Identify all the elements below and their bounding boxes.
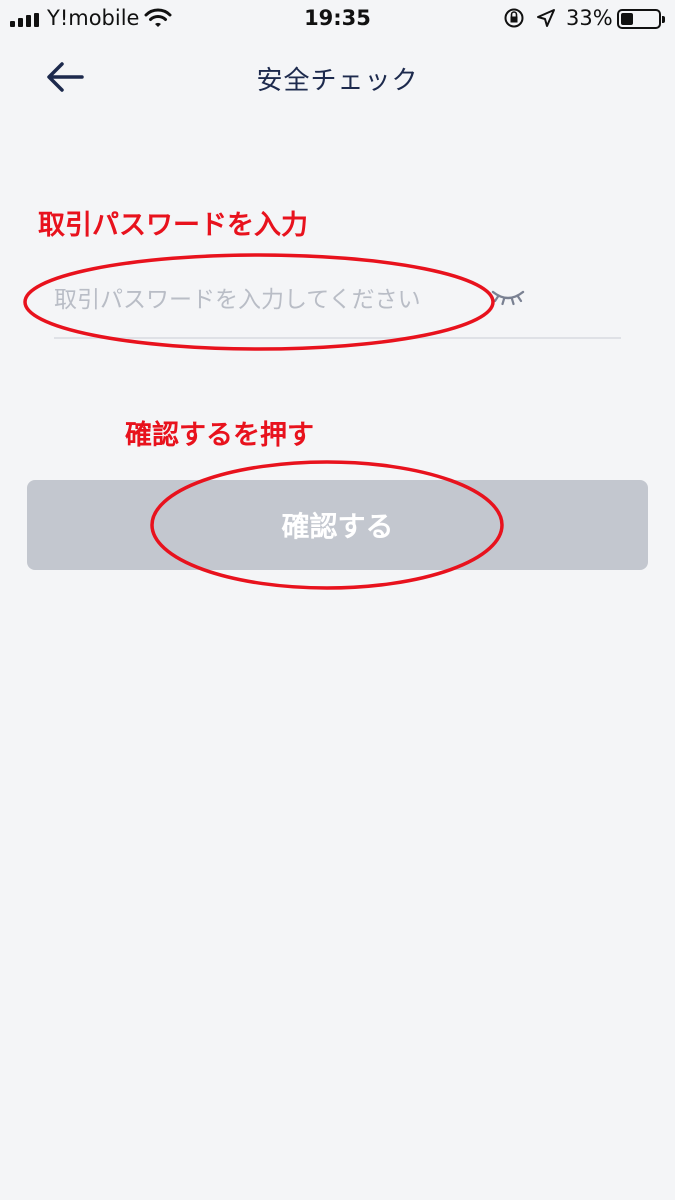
page-title: 安全チェック bbox=[256, 66, 419, 96]
battery-percent: 33% bbox=[566, 6, 613, 30]
battery-level bbox=[621, 13, 633, 25]
battery-icon bbox=[617, 9, 665, 29]
input-underline bbox=[54, 337, 621, 339]
eye-closed-icon[interactable] bbox=[490, 286, 526, 308]
rotation-lock-icon bbox=[504, 8, 524, 28]
annotation-input-note: 取引パスワードを入力 bbox=[38, 210, 308, 241]
location-arrow-icon bbox=[537, 9, 555, 27]
confirm-button[interactable]: 確認する bbox=[27, 480, 648, 570]
trading-password-input[interactable] bbox=[54, 276, 474, 324]
annotation-button-note: 確認するを押す bbox=[125, 420, 314, 451]
status-bar: Y!mobile 19:35 33% bbox=[0, 0, 675, 38]
